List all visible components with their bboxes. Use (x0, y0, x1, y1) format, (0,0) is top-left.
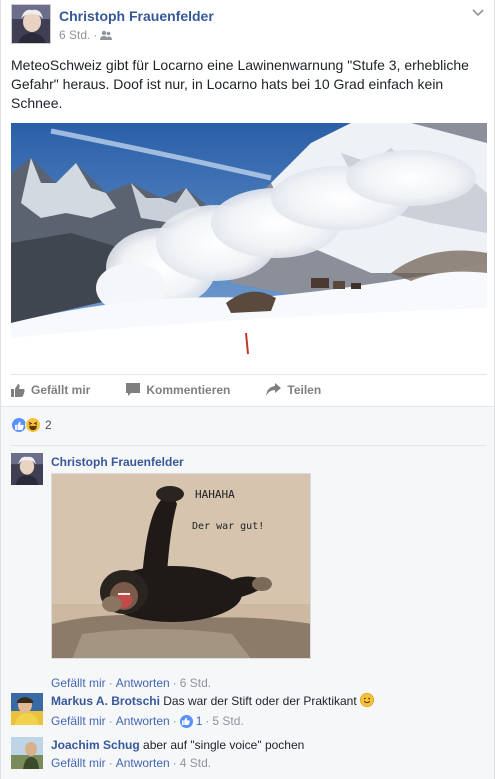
comment-like-count[interactable]: 1 (196, 713, 203, 729)
comment-body: Joachim Schug aber auf "single voice" po… (51, 737, 481, 753)
reactions-summary[interactable]: 2 (11, 417, 52, 433)
comment-footer: Gefällt mir · Antworten · 6 Std. (51, 675, 212, 691)
author-name[interactable]: Christoph Frauenfelder (59, 8, 214, 24)
comment-author[interactable]: Joachim Schug (51, 738, 140, 752)
image-text-der-war-gut: Der war gut! (192, 521, 264, 532)
chimpanzee-laughing-image[interactable]: HAHAHA Der war gut! (51, 473, 311, 659)
thumbs-up-icon (11, 383, 25, 397)
comment-button[interactable]: Kommentieren (126, 383, 230, 397)
image-text-hahaha: HAHAHA (195, 488, 235, 501)
facebook-post: Christoph Frauenfelder 6 Std. · MeteoSch… (0, 0, 495, 779)
comment-like-link[interactable]: Gefällt mir (51, 713, 106, 729)
divider (11, 445, 486, 446)
avalanche-photo[interactable] (11, 123, 487, 362)
comment-label: Kommentieren (146, 382, 231, 397)
share-icon (266, 383, 282, 396)
comment-like-link[interactable]: Gefällt mir (51, 755, 106, 771)
reaction-count: 2 (45, 418, 52, 432)
smile-emoji-icon (360, 693, 375, 707)
comment-author[interactable]: Christoph Frauenfelder (51, 455, 184, 469)
comment-avatar[interactable] (11, 453, 43, 485)
like-button[interactable]: Gefällt mir (11, 383, 90, 397)
comment-time[interactable]: 4 Std. (180, 755, 211, 771)
post-meta: 6 Std. · (59, 28, 113, 42)
haha-icon (25, 417, 41, 433)
comment-reply-link[interactable]: Antworten (116, 713, 170, 729)
post-header: Christoph Frauenfelder 6 Std. · (11, 4, 486, 48)
comment-time[interactable]: 6 Std. (180, 675, 211, 691)
post-time[interactable]: 6 Std. (59, 28, 90, 42)
comment-like-link[interactable]: Gefällt mir (51, 675, 106, 691)
post-text: MeteoSchweiz gibt für Locarno eine Lawin… (11, 57, 469, 111)
comment-body: Markus A. Brotschi Das war der Stift ode… (51, 693, 481, 709)
like-icon (179, 714, 193, 728)
chevron-down-icon[interactable] (472, 6, 484, 20)
comment-icon (126, 383, 141, 396)
comment-avatar[interactable] (11, 737, 43, 769)
like-label: Gefällt mir (31, 382, 91, 397)
comment-footer: Gefällt mir · Antworten · 4 Std. (51, 755, 212, 771)
author-avatar[interactable] (11, 4, 51, 44)
comment-text: aber auf "single voice" pochen (143, 738, 305, 752)
share-button[interactable]: Teilen (266, 383, 321, 397)
comment-text: Das war der Stift oder der Praktikant (163, 694, 357, 708)
comment-footer: Gefällt mir · Antworten · 1 · 5 Std. (51, 713, 244, 729)
share-label: Teilen (287, 382, 322, 397)
comment-author[interactable]: Markus A. Brotschi (51, 694, 160, 708)
comment-reply-link[interactable]: Antworten (116, 675, 170, 691)
friends-icon[interactable] (100, 30, 113, 40)
comment-avatar[interactable] (11, 693, 43, 725)
comments-section: 2 Christoph Frauenfelder HAHAHA Der war … (1, 406, 494, 779)
comment-reply-link[interactable]: Antworten (116, 755, 170, 771)
post-action-bar: Gefällt mir Kommentieren Teilen (11, 374, 487, 404)
comment-time[interactable]: 5 Std. (212, 713, 243, 729)
comment-body: Christoph Frauenfelder (51, 454, 481, 470)
